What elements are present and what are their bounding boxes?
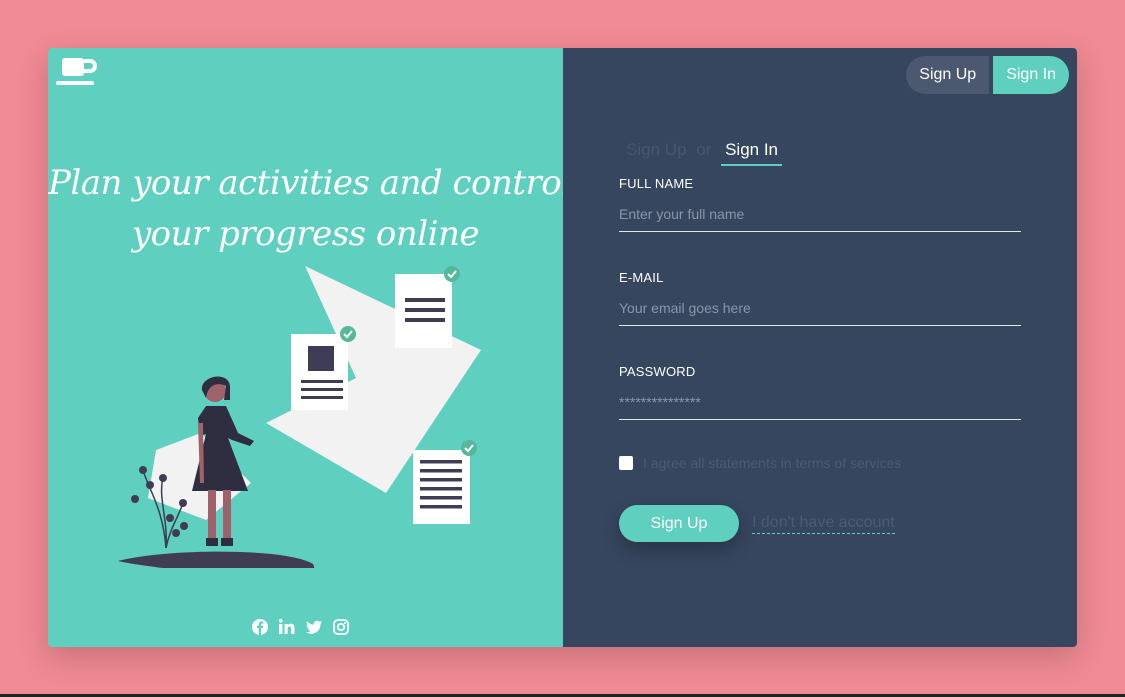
email-input[interactable]: Your email goes here [619,299,1021,326]
toggle-signin-button[interactable]: Sign In [993,56,1069,94]
hero-headline-line2: your progress online [131,214,480,254]
social-links [251,618,350,636]
hero-headline: Plan your activities and control your pr… [48,158,572,260]
tabs-separator: or [696,140,712,159]
full-name-label: FULL NAME [619,176,694,191]
no-account-link[interactable]: I don't have account [752,514,895,534]
facebook-icon[interactable] [251,618,269,636]
password-label: PASSWORD [619,364,696,379]
hero-panel: Plan your activities and control your pr… [48,48,572,647]
email-label: E-MAIL [619,270,664,285]
terms-label: I agree all statements in terms of servi… [643,455,902,471]
terms-agreement: I agree all statements in terms of servi… [619,455,901,471]
planning-illustration [118,266,481,568]
full-name-field: FULL NAME Enter your full name [619,176,1021,232]
terms-checkbox[interactable] [619,456,633,470]
email-field: E-MAIL Your email goes here [619,270,1021,326]
form-tabs: Sign Up or Sign In [626,140,783,166]
twitter-icon[interactable] [305,618,323,636]
password-field: PASSWORD *************** [619,364,1021,420]
password-input[interactable]: *************** [619,393,1021,420]
tab-signin[interactable]: Sign In [721,140,783,166]
instagram-icon[interactable] [332,618,350,636]
coffee-cup-icon[interactable] [56,56,98,88]
signup-submit-button[interactable]: Sign Up [619,505,739,542]
linkedin-icon[interactable] [278,618,296,636]
tab-signup[interactable]: Sign Up [626,140,686,160]
hero-headline-line1: Plan your activities and control [48,163,572,203]
toggle-signup-button[interactable]: Sign Up [906,56,990,94]
auth-mode-toggle: Sign Up Sign In [906,56,1069,94]
auth-card: Plan your activities and control your pr… [48,48,1077,647]
form-panel: Sign Up Sign In Sign Up or Sign In FULL … [563,48,1077,647]
full-name-input[interactable]: Enter your full name [619,205,1021,232]
